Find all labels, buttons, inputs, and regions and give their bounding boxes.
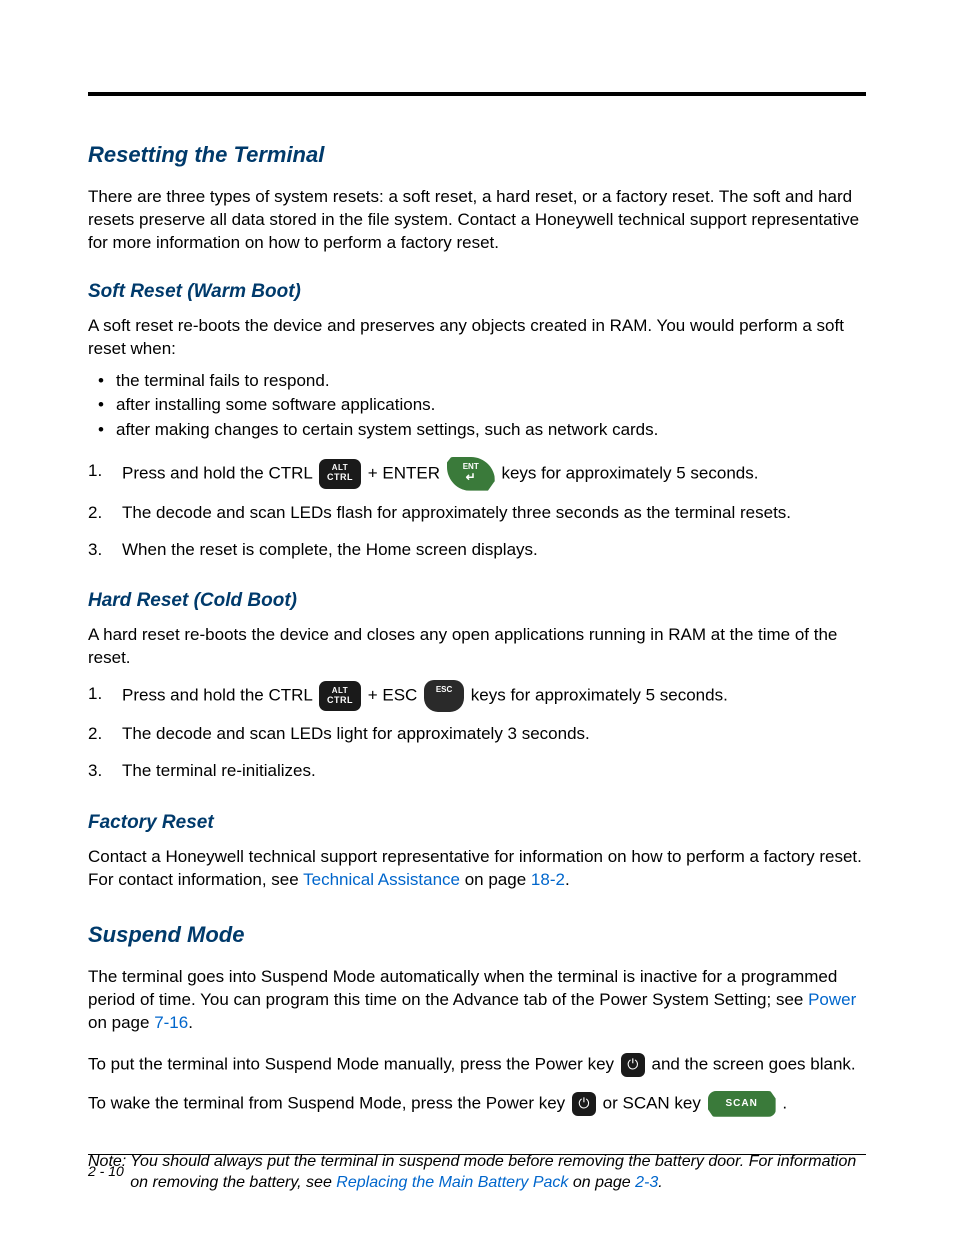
key-label: SCAN <box>725 1097 757 1111</box>
page: Resetting the Terminal There are three t… <box>0 0 954 1235</box>
step-number: 3. <box>88 757 102 786</box>
list-item: after installing some software applicati… <box>116 393 866 418</box>
list-item: 1. Press and hold the CTRL ALT CTRL + ES… <box>88 680 866 712</box>
text: . <box>565 870 570 889</box>
list-item: 3. The terminal re-initializes. <box>88 757 866 786</box>
page-footer: 2 - 10 <box>88 1154 866 1179</box>
power-key-icon: ⏻ <box>621 1053 645 1077</box>
heading-soft-reset: Soft Reset (Warm Boot) <box>88 281 866 303</box>
step-text-post: keys for approximately 5 seconds. <box>501 463 758 482</box>
text: and the screen goes blank. <box>651 1054 855 1073</box>
step-text: The terminal re-initializes. <box>122 761 316 780</box>
step-number: 3. <box>88 536 102 565</box>
text: . <box>782 1093 787 1112</box>
step-text-mid: + ESC <box>368 686 422 705</box>
step-text-pre: Press and hold the CTRL <box>122 463 317 482</box>
key-label: ESC <box>436 683 452 697</box>
heading-resetting-terminal: Resetting the Terminal <box>88 142 866 168</box>
power-key-icon: ⏻ <box>572 1092 596 1116</box>
heading-hard-reset: Hard Reset (Cold Boot) <box>88 590 866 612</box>
step-text: When the reset is complete, the Home scr… <box>122 540 538 559</box>
list-item: after making changes to certain system s… <box>116 418 866 443</box>
text: . <box>188 1013 193 1032</box>
esc-key-icon: ESC <box>424 680 464 712</box>
step-number: 2. <box>88 720 102 749</box>
para-suspend-3: To wake the terminal from Suspend Mode, … <box>88 1091 866 1117</box>
step-number: 1. <box>88 457 102 486</box>
para-suspend-1: The terminal goes into Suspend Mode auto… <box>88 966 866 1035</box>
text: on page <box>88 1013 154 1032</box>
para-hard-intro: A hard reset re-boots the device and clo… <box>88 624 866 670</box>
scan-key-icon: SCAN <box>708 1091 776 1117</box>
step-number: 2. <box>88 499 102 528</box>
heading-suspend-mode: Suspend Mode <box>88 922 866 948</box>
link-page-7-16[interactable]: 7-16 <box>154 1013 188 1032</box>
text: or SCAN key <box>603 1093 706 1112</box>
step-text-pre: Press and hold the CTRL <box>122 686 317 705</box>
hard-reset-steps: 1. Press and hold the CTRL ALT CTRL + ES… <box>88 680 866 786</box>
step-number: 1. <box>88 680 102 709</box>
soft-reset-bullets: the terminal fails to respond. after ins… <box>88 369 866 443</box>
text: To wake the terminal from Suspend Mode, … <box>88 1093 570 1112</box>
soft-reset-steps: 1. Press and hold the CTRL ALT CTRL + EN… <box>88 457 866 565</box>
step-text-post: keys for approximately 5 seconds. <box>471 686 728 705</box>
para-factory: Contact a Honeywell technical support re… <box>88 846 866 892</box>
list-item: 3. When the reset is complete, the Home … <box>88 536 866 565</box>
list-item: 1. Press and hold the CTRL ALT CTRL + EN… <box>88 457 866 491</box>
heading-factory-reset: Factory Reset <box>88 812 866 834</box>
text: To put the terminal into Suspend Mode ma… <box>88 1054 619 1073</box>
step-text: The decode and scan LEDs flash for appro… <box>122 503 791 522</box>
text: The terminal goes into Suspend Mode auto… <box>88 967 837 1009</box>
para-suspend-2: To put the terminal into Suspend Mode ma… <box>88 1053 866 1077</box>
key-label-bottom: CTRL <box>327 696 353 706</box>
list-item: 2. The decode and scan LEDs light for ap… <box>88 720 866 749</box>
ctrl-key-icon: ALT CTRL <box>319 459 361 489</box>
page-number: 2 - 10 <box>88 1163 124 1179</box>
ctrl-key-icon: ALT CTRL <box>319 681 361 711</box>
para-soft-intro: A soft reset re-boots the device and pre… <box>88 315 866 361</box>
link-power[interactable]: Power <box>808 990 856 1009</box>
list-item: the terminal fails to respond. <box>116 369 866 394</box>
top-rule <box>88 92 866 96</box>
enter-arrow-icon: ↵ <box>466 471 476 484</box>
key-label-bottom: CTRL <box>327 473 353 483</box>
enter-key-icon: ENT ↵ <box>447 457 495 491</box>
step-text-mid: + ENTER <box>368 463 445 482</box>
list-item: 2. The decode and scan LEDs flash for ap… <box>88 499 866 528</box>
link-technical-assistance[interactable]: Technical Assistance <box>303 870 460 889</box>
link-page-18-2[interactable]: 18-2 <box>531 870 565 889</box>
text: on page <box>460 870 531 889</box>
para-reset-intro: There are three types of system resets: … <box>88 186 866 255</box>
step-text: The decode and scan LEDs light for appro… <box>122 724 590 743</box>
